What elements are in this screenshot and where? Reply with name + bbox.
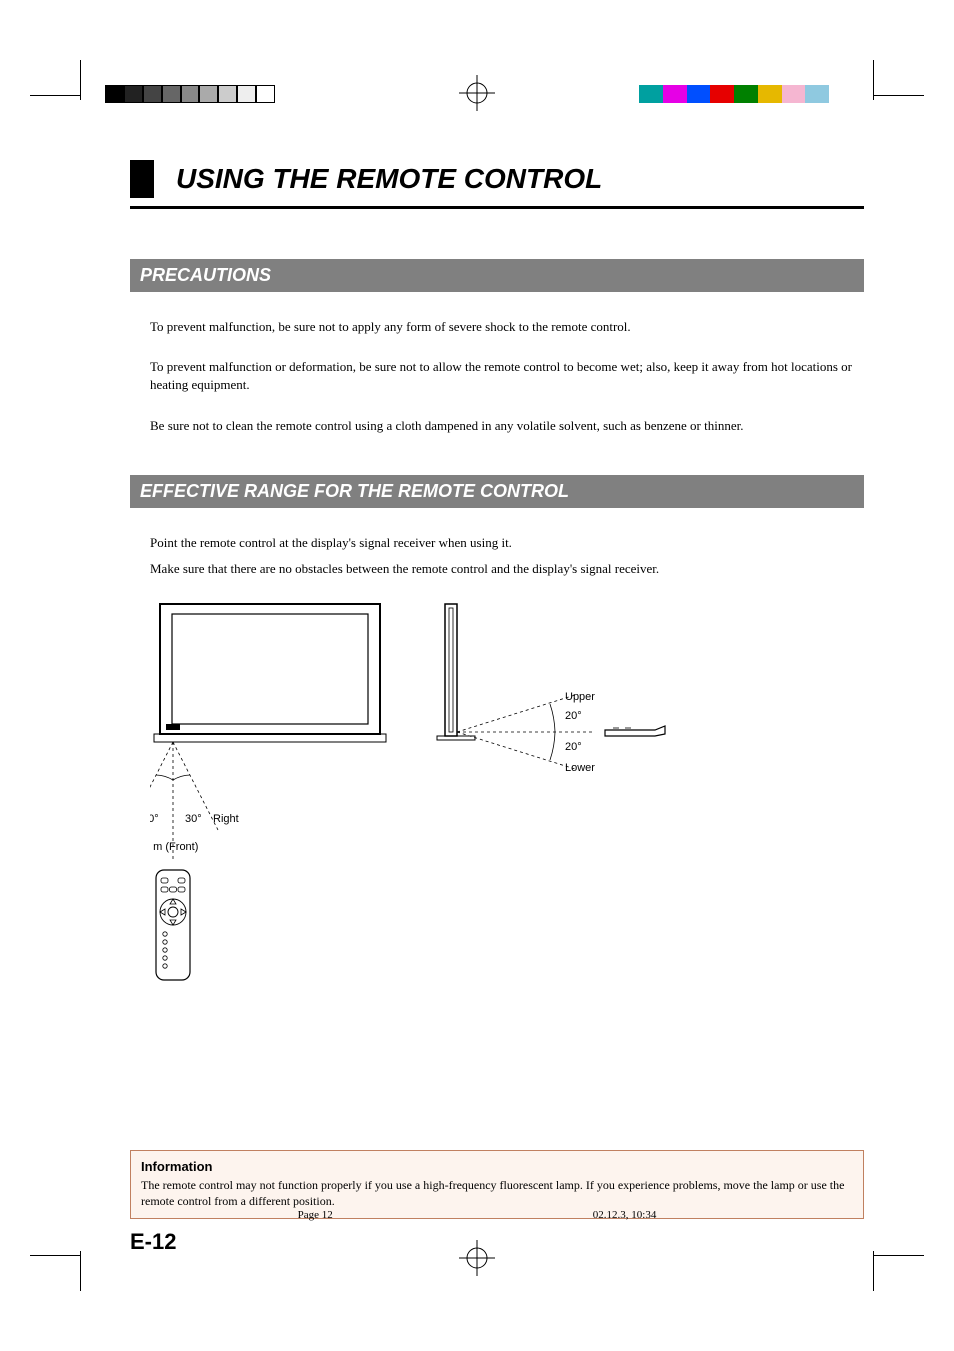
- crop-mark: [30, 95, 80, 96]
- diagram-upper-angle: 20°: [565, 710, 582, 722]
- precautions-para-1: To prevent malfunction, be sure not to a…: [150, 318, 864, 336]
- crop-mark: [874, 1255, 924, 1256]
- page-title: USING THE REMOTE CONTROL: [176, 163, 602, 195]
- information-title: Information: [141, 1159, 853, 1174]
- crop-mark: [874, 95, 924, 96]
- diagram-lower-angle: 20°: [565, 741, 582, 753]
- diagram-distance-label: 5 m (Front): [150, 841, 198, 853]
- registration-mark-icon: [459, 75, 495, 111]
- diagram-right-label: Right: [213, 813, 239, 825]
- information-body: The remote control may not function prop…: [141, 1177, 853, 1209]
- range-para-1: Point the remote control at the display'…: [150, 534, 864, 552]
- heading-bullet-icon: [130, 160, 154, 198]
- diagram-lower-label: Lower: [565, 762, 595, 774]
- footer-page-label: Page 12: [298, 1209, 333, 1221]
- crop-mark: [873, 1251, 874, 1291]
- crop-mark: [30, 1255, 80, 1256]
- footer-meta: Page 12 02.12.3, 10:34: [0, 1209, 954, 1221]
- gray-calibration-strip: [105, 85, 275, 103]
- remote-range-diagram: Left 30° 30° Right 5 m (Front): [150, 600, 710, 1000]
- diagram-right-angle: 30°: [185, 813, 202, 825]
- precautions-para-3: Be sure not to clean the remote control …: [150, 417, 864, 435]
- diagram-left-angle: 30°: [150, 813, 159, 825]
- page: USING THE REMOTE CONTROL PRECAUTIONS To …: [0, 0, 954, 1351]
- page-number: E-12: [130, 1229, 864, 1255]
- crop-mark: [873, 60, 874, 100]
- crop-mark: [80, 60, 81, 100]
- diagram-upper-label: Upper: [565, 691, 595, 703]
- section-range-title: EFFECTIVE RANGE FOR THE REMOTE CONTROL: [130, 475, 864, 508]
- crop-mark: [80, 1251, 81, 1291]
- color-calibration-strip: [639, 85, 829, 103]
- footer-timestamp: 02.12.3, 10:34: [593, 1209, 657, 1221]
- page-heading: USING THE REMOTE CONTROL: [130, 160, 864, 209]
- precautions-para-2: To prevent malfunction or deformation, b…: [150, 358, 864, 394]
- range-para-2: Make sure that there are no obstacles be…: [150, 560, 864, 578]
- section-precautions-title: PRECAUTIONS: [130, 259, 864, 292]
